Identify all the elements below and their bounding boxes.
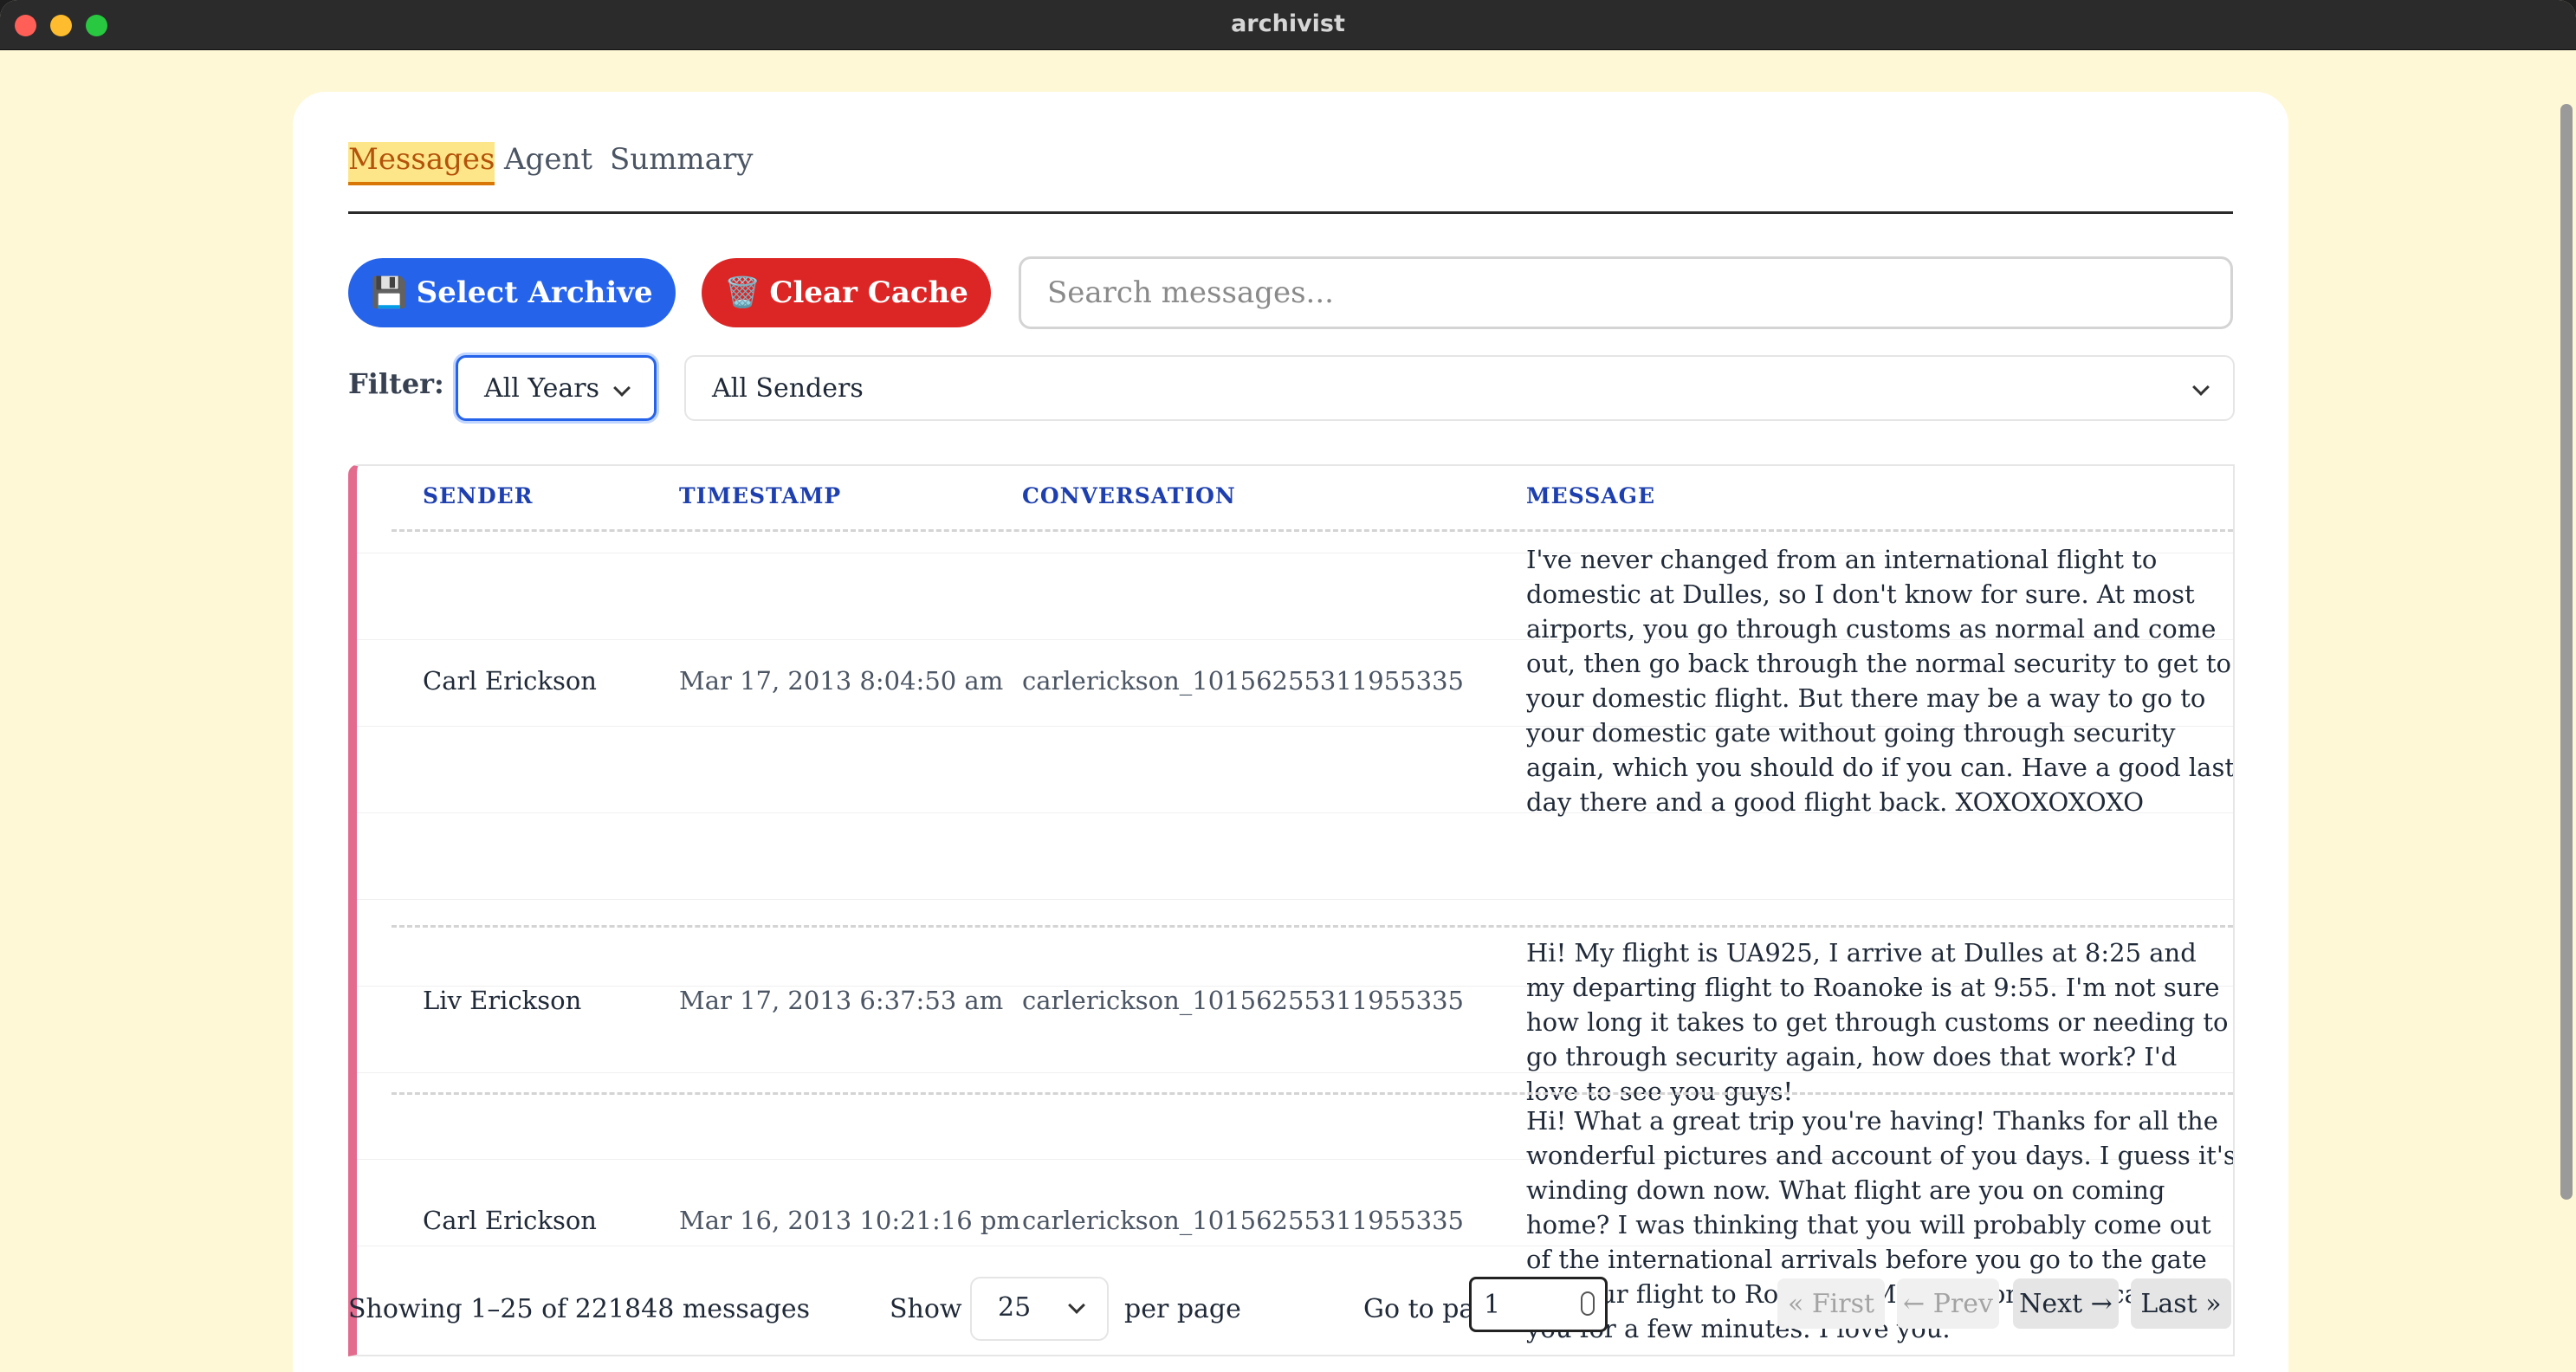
cell-sender: Carl Erickson bbox=[423, 1206, 597, 1235]
app-window: archivist Messages Agent Summary 💾 Selec… bbox=[0, 0, 2576, 1372]
per-page-select[interactable]: 25 bbox=[970, 1277, 1109, 1341]
window-title: archivist bbox=[1231, 10, 1345, 37]
cell-conversation: carlerickson_10156255311955335 bbox=[1022, 986, 1464, 1015]
years-select[interactable]: All Years bbox=[456, 355, 657, 421]
cell-sender: Carl Erickson bbox=[423, 666, 597, 696]
senders-select-value: All Senders bbox=[712, 372, 864, 404]
prev-page-button[interactable]: ← Prev bbox=[1897, 1278, 1999, 1329]
tab-agent[interactable]: Agent bbox=[504, 142, 592, 182]
clear-cache-label: Clear Cache bbox=[769, 275, 968, 310]
page-number-value: 1 bbox=[1484, 1290, 1501, 1320]
row-divider bbox=[392, 1092, 2233, 1095]
cell-conversation: carlerickson_10156255311955335 bbox=[1022, 666, 1464, 696]
column-header-sender[interactable]: SENDER bbox=[423, 483, 533, 508]
cell-sender: Liv Erickson bbox=[423, 986, 582, 1015]
per-page-value: 25 bbox=[998, 1292, 1032, 1323]
table-row[interactable]: Liv Erickson Mar 17, 2013 6:37:53 am car… bbox=[357, 935, 2233, 1106]
select-archive-label: Select Archive bbox=[416, 275, 653, 310]
last-page-button[interactable]: Last » bbox=[2131, 1278, 2231, 1329]
senders-select[interactable]: All Senders bbox=[684, 355, 2235, 421]
floppy-disk-icon: 💾 bbox=[371, 275, 408, 310]
cell-message: I've never changed from an international… bbox=[1526, 545, 2235, 817]
row-gridline bbox=[357, 899, 2233, 900]
page-scrollbar[interactable] bbox=[2557, 50, 2576, 1372]
page-number-input[interactable]: 1 bbox=[1469, 1277, 1608, 1332]
show-label: Show bbox=[890, 1294, 962, 1324]
showing-count: Showing 1–25 of 221848 messages bbox=[348, 1294, 811, 1324]
messages-table: SENDER TIMESTAMP CONVERSATION MESSAGE Ca… bbox=[348, 464, 2235, 1356]
chevron-down-icon bbox=[613, 379, 631, 397]
cell-timestamp: Mar 16, 2013 10:21:16 pm bbox=[679, 1206, 1020, 1235]
pagination-bar: Showing 1–25 of 221848 messages Show 25 … bbox=[348, 1277, 2235, 1351]
years-select-value: All Years bbox=[484, 372, 599, 404]
row-divider bbox=[392, 925, 2233, 928]
scrollbar-thumb[interactable] bbox=[2560, 104, 2573, 1200]
tab-divider bbox=[348, 211, 2233, 214]
column-header-conversation[interactable]: CONVERSATION bbox=[1022, 483, 1236, 508]
cell-timestamp: Mar 17, 2013 8:04:50 am bbox=[679, 666, 1004, 696]
per-page-label: per page bbox=[1124, 1294, 1241, 1324]
cell-message: Hi! My flight is UA925, I arrive at Dull… bbox=[1526, 938, 2229, 1106]
trash-icon: 🗑️ bbox=[724, 275, 761, 310]
main-panel: Messages Agent Summary 💾 Select Archive … bbox=[293, 92, 2288, 1372]
column-header-timestamp[interactable]: TIMESTAMP bbox=[679, 483, 841, 508]
filter-label: Filter: bbox=[348, 367, 444, 400]
tab-messages[interactable]: Messages bbox=[348, 142, 495, 185]
chevron-down-icon bbox=[2192, 379, 2210, 396]
cell-conversation: carlerickson_10156255311955335 bbox=[1022, 1206, 1464, 1235]
clear-cache-button[interactable]: 🗑️ Clear Cache bbox=[702, 258, 991, 327]
header-divider bbox=[392, 529, 2233, 532]
select-archive-button[interactable]: 💾 Select Archive bbox=[348, 258, 676, 327]
next-page-button[interactable]: Next → bbox=[2013, 1278, 2119, 1329]
first-page-button[interactable]: « First bbox=[1777, 1278, 1885, 1329]
stepper-icon[interactable] bbox=[1581, 1291, 1595, 1316]
chevron-down-icon bbox=[1068, 1297, 1085, 1314]
title-bar: archivist bbox=[0, 0, 2576, 50]
column-header-message[interactable]: MESSAGE bbox=[1526, 483, 1655, 508]
table-row[interactable]: Carl Erickson Mar 17, 2013 8:04:50 am ca… bbox=[357, 542, 2233, 845]
tab-summary[interactable]: Summary bbox=[610, 142, 753, 182]
cell-timestamp: Mar 17, 2013 6:37:53 am bbox=[679, 986, 1004, 1015]
search-input[interactable] bbox=[1019, 256, 2233, 329]
